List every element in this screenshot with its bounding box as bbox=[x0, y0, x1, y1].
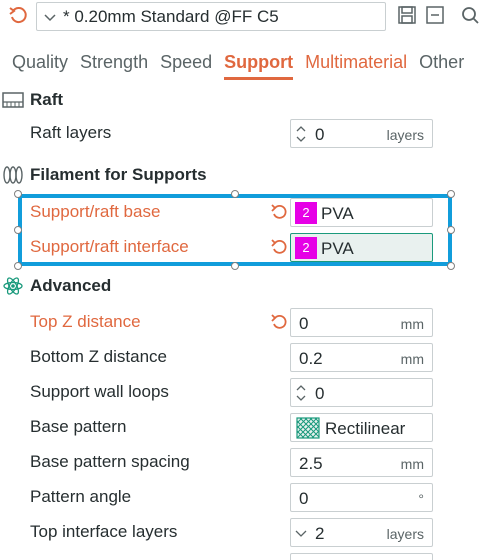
preset-bar: * 0.20mm Standard @FF C5 bbox=[0, 0, 480, 34]
tab-other[interactable]: Other bbox=[419, 48, 464, 80]
pattern-angle-value: 0 bbox=[299, 489, 309, 508]
section-raft: Raft bbox=[0, 87, 63, 113]
base-pattern-spacing-value: 2.5 bbox=[299, 454, 323, 473]
base-pattern-spacing-input[interactable]: 2.5 mm bbox=[290, 448, 433, 477]
tab-support[interactable]: Support bbox=[224, 48, 294, 80]
spinner-icon[interactable] bbox=[295, 383, 307, 403]
section-advanced: Advanced bbox=[0, 273, 111, 299]
section-title-filament: Filament for Supports bbox=[30, 165, 207, 184]
label-top-z-distance: Top Z distance bbox=[30, 312, 141, 331]
preset-name: * 0.20mm Standard @FF C5 bbox=[63, 6, 279, 26]
raft-layers-value: 0 bbox=[315, 125, 325, 144]
base-pattern-value: Rectilinear bbox=[325, 419, 406, 438]
label-top-interface-layers: Top interface layers bbox=[30, 522, 178, 541]
tab-strength[interactable]: Strength bbox=[80, 48, 148, 80]
support-wall-loops-value: 0 bbox=[315, 384, 325, 403]
label-base-pattern: Base pattern bbox=[30, 417, 127, 436]
label-bottom-z-distance: Bottom Z distance bbox=[30, 347, 168, 366]
resize-handle[interactable] bbox=[447, 226, 455, 234]
label-pattern-angle: Pattern angle bbox=[30, 487, 132, 506]
tab-quality[interactable]: Quality bbox=[12, 48, 68, 80]
resize-handle[interactable] bbox=[231, 190, 239, 198]
bottom-z-distance-input[interactable]: 0.2 mm bbox=[290, 343, 433, 372]
selection-rectangle bbox=[18, 194, 452, 266]
top-z-distance-value: 0 bbox=[299, 314, 309, 333]
base-pattern-select[interactable]: Rectilinear bbox=[290, 413, 433, 442]
row-support-wall-loops: Support wall loops 0 bbox=[0, 376, 480, 411]
tab-speed[interactable]: Speed bbox=[160, 48, 212, 80]
top-z-distance-input[interactable]: 0 mm bbox=[290, 308, 433, 337]
minus-box-icon[interactable] bbox=[425, 5, 445, 25]
row-top-interface-layers: Top interface layers 2 layers bbox=[0, 516, 480, 551]
settings-tabs: Quality Strength Speed Support Multimate… bbox=[0, 48, 480, 80]
bottom-z-distance-unit: mm bbox=[400, 351, 424, 367]
section-title-raft: Raft bbox=[30, 90, 64, 109]
raft-layers-unit: layers bbox=[386, 127, 424, 143]
label-base-pattern-spacing: Base pattern spacing bbox=[30, 452, 190, 471]
bottom-z-distance-value: 0.2 bbox=[299, 349, 323, 368]
top-interface-layers-select[interactable]: 2 layers bbox=[290, 518, 433, 547]
row-top-z-distance: Top Z distance 0 mm bbox=[0, 306, 480, 341]
resize-handle[interactable] bbox=[14, 226, 22, 234]
section-filament: Filament for Supports bbox=[0, 162, 207, 188]
row-pattern-angle: Pattern angle 0 ° bbox=[0, 481, 480, 516]
undo-icon[interactable] bbox=[270, 313, 288, 331]
advanced-icon bbox=[3, 277, 23, 295]
top-interface-layers-unit: layers bbox=[386, 526, 424, 542]
section-title-advanced: Advanced bbox=[30, 276, 112, 295]
preset-select[interactable]: * 0.20mm Standard @FF C5 bbox=[36, 2, 386, 31]
resize-handle[interactable] bbox=[447, 190, 455, 198]
spinner-icon[interactable] bbox=[295, 124, 307, 144]
rectilinear-pattern-icon bbox=[296, 417, 320, 439]
top-z-distance-unit: mm bbox=[400, 316, 424, 332]
resize-handle[interactable] bbox=[14, 190, 22, 198]
raft-icon bbox=[2, 92, 24, 108]
reset-icon[interactable] bbox=[8, 5, 28, 25]
pattern-angle-unit: ° bbox=[418, 491, 424, 507]
resize-handle[interactable] bbox=[447, 262, 455, 270]
row-raft-layers: Raft layers 0 layers bbox=[0, 117, 480, 152]
label-raft-layers: Raft layers bbox=[30, 123, 112, 142]
search-icon[interactable] bbox=[460, 5, 480, 25]
label-support-wall-loops: Support wall loops bbox=[30, 382, 169, 401]
resize-handle[interactable] bbox=[231, 262, 239, 270]
base-pattern-spacing-unit: mm bbox=[400, 456, 424, 472]
save-icon[interactable] bbox=[397, 5, 417, 25]
row-base-pattern-spacing: Base pattern spacing 2.5 mm bbox=[0, 446, 480, 481]
row-bottom-z-distance: Bottom Z distance 0.2 mm bbox=[0, 341, 480, 376]
raft-layers-input[interactable]: 0 layers bbox=[290, 119, 433, 148]
filament-icon bbox=[3, 166, 23, 184]
support-wall-loops-input[interactable]: 0 bbox=[290, 378, 433, 407]
resize-handle[interactable] bbox=[14, 262, 22, 270]
chevron-down-icon bbox=[44, 13, 56, 21]
next-row-input[interactable] bbox=[290, 553, 433, 560]
tab-multimaterial[interactable]: Multimaterial bbox=[305, 48, 407, 80]
row-base-pattern: Base pattern Rectilinear bbox=[0, 411, 480, 446]
top-interface-layers-value: 2 bbox=[315, 524, 325, 543]
chevron-down-icon[interactable] bbox=[295, 523, 307, 543]
pattern-angle-input[interactable]: 0 ° bbox=[290, 483, 433, 512]
